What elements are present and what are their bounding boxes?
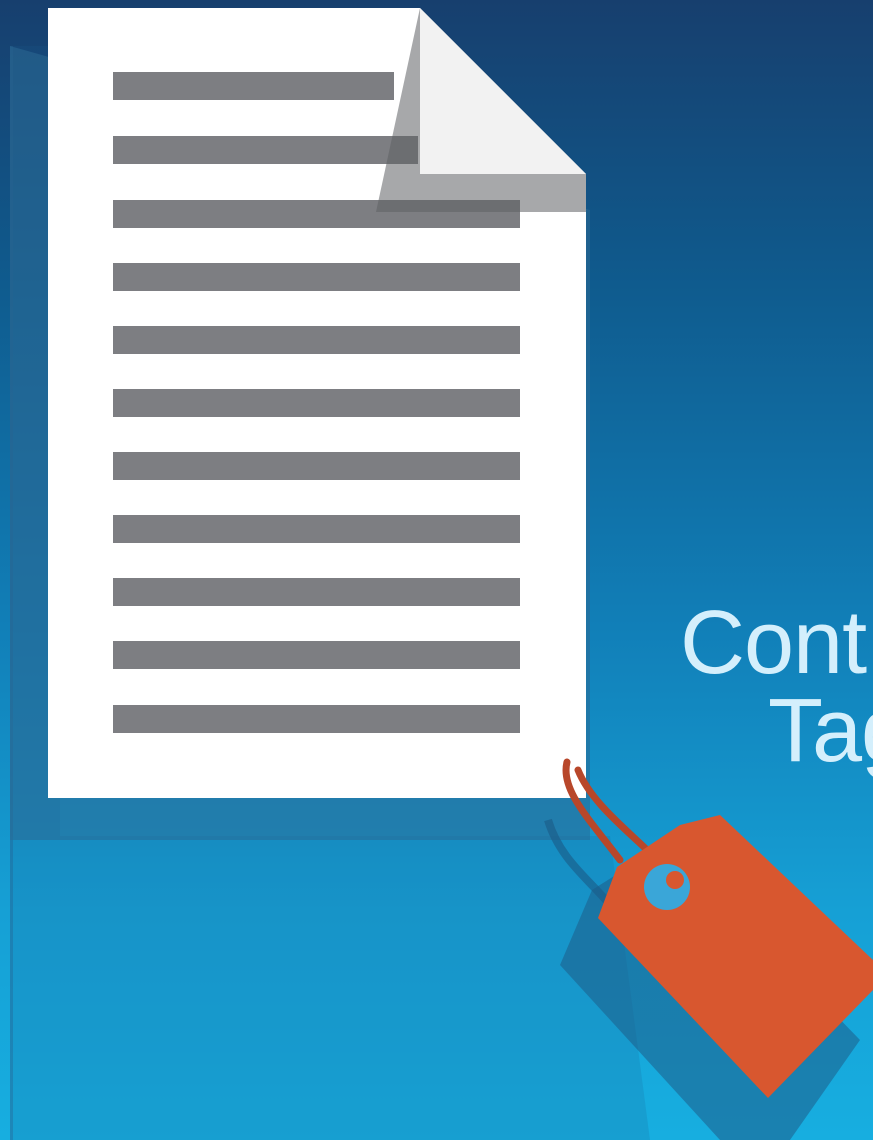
- tag-hole-inner: [666, 871, 684, 889]
- document-text-line: [113, 389, 520, 417]
- tag-hole: [644, 864, 690, 910]
- document-text-line: [113, 515, 520, 543]
- document-icon: [48, 8, 586, 798]
- headline-line-1: Cont: [680, 593, 867, 693]
- document-text-line: [113, 72, 394, 100]
- folded-corner: [420, 8, 586, 174]
- document-with-tag-illustration: [10, 8, 873, 1140]
- headline-line-2: Tag: [768, 681, 873, 781]
- document-text-line: [113, 452, 520, 480]
- document-text-line: [113, 136, 418, 164]
- document-text-line: [113, 326, 520, 354]
- document-text-line: [113, 641, 520, 669]
- document-text-line: [113, 705, 520, 733]
- document-text-line: [113, 578, 520, 606]
- document-text-line: [113, 263, 520, 291]
